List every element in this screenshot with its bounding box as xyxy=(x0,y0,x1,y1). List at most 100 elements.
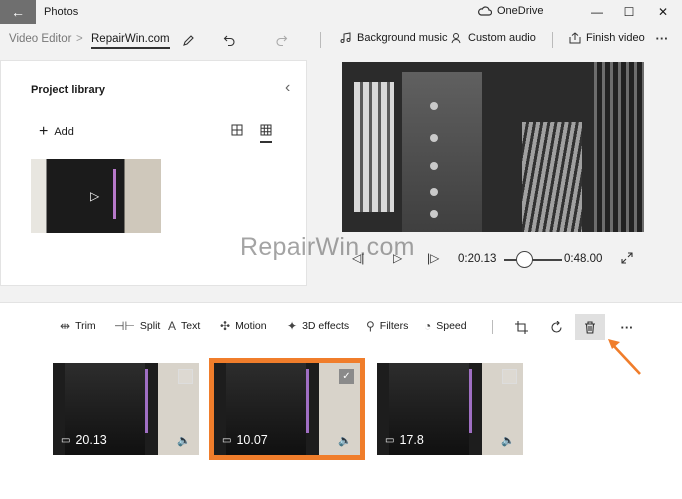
finish-video-label: Finish video xyxy=(586,32,645,44)
delete-button[interactable] xyxy=(575,314,605,340)
grid-small-view-button[interactable] xyxy=(260,124,272,143)
filters-label: Filters xyxy=(379,320,409,332)
text-label: Text xyxy=(181,320,201,332)
expand-icon[interactable] xyxy=(621,252,633,264)
breadcrumb-video-editor[interactable]: Video Editor xyxy=(9,33,71,45)
rename-button[interactable] xyxy=(178,31,198,49)
redo-button[interactable] xyxy=(271,31,291,49)
storyboard-clip[interactable]: ▭ 17.8 🔈 xyxy=(377,363,523,455)
clip-duration: ▭ 20.13 xyxy=(61,433,107,447)
music-note-icon xyxy=(340,32,351,43)
checkbox-icon[interactable] xyxy=(502,369,517,384)
minimize-button[interactable]: — xyxy=(584,3,610,21)
preview-screw xyxy=(430,134,438,142)
command-separator xyxy=(320,32,321,48)
finish-video-button[interactable]: Finish video xyxy=(569,32,645,44)
seek-bar[interactable] xyxy=(504,259,562,261)
add-media-label: Add xyxy=(54,126,74,138)
back-button[interactable]: ← xyxy=(0,0,36,24)
preview-screw xyxy=(430,188,438,196)
effects-3d-icon: ✦ xyxy=(287,319,298,333)
split-icon: ⊣⊢ xyxy=(114,319,135,333)
volume-icon[interactable]: 🔈 xyxy=(177,434,191,447)
volume-icon[interactable]: 🔈 xyxy=(338,434,352,447)
crop-button[interactable] xyxy=(506,314,536,340)
trim-button[interactable]: ⇹ Trim xyxy=(60,319,96,333)
camera-icon: ▭ xyxy=(385,434,395,446)
app-title: Photos xyxy=(44,6,79,18)
speed-label: Speed xyxy=(436,320,467,332)
playback-controls: ◁| ▷ |▷ 0:20.13 0:48.00 xyxy=(342,248,642,270)
custom-audio-button[interactable]: Custom audio xyxy=(451,32,536,44)
clip-duration-value: 20.13 xyxy=(75,433,107,447)
maximize-button[interactable]: ☐ xyxy=(616,3,642,21)
toolbar-separator xyxy=(492,320,493,334)
microphone-icon xyxy=(451,33,461,44)
checkbox-icon[interactable] xyxy=(178,369,193,384)
pencil-icon xyxy=(182,34,194,46)
play-icon: ▷ xyxy=(90,189,100,203)
speed-button[interactable]: ◔ Speed xyxy=(424,319,467,333)
grid-large-icon[interactable] xyxy=(231,124,243,136)
background-music-button[interactable]: Background music xyxy=(340,32,448,44)
custom-audio-label: Custom audio xyxy=(468,32,536,44)
annotation-arrow-icon xyxy=(608,339,641,375)
motion-button[interactable]: ✣ Motion xyxy=(220,319,267,333)
more-icon: ··· xyxy=(620,319,634,335)
onedrive-status[interactable]: OneDrive xyxy=(478,5,543,17)
filters-button[interactable]: ⚲ Filters xyxy=(366,319,408,333)
back-arrow-icon: ← xyxy=(11,4,25,20)
text-button[interactable]: A Text xyxy=(168,319,200,333)
preview-motherboard xyxy=(402,72,482,232)
clip-led-strip xyxy=(145,369,148,433)
add-media-button[interactable]: + Add xyxy=(39,124,74,140)
chevron-left-icon[interactable]: ‹ xyxy=(285,79,290,97)
camera-icon: ▭ xyxy=(222,434,232,446)
seek-thumb[interactable] xyxy=(516,251,533,268)
more-icon: ··· xyxy=(655,30,669,46)
total-time: 0:48.00 xyxy=(564,253,603,265)
preview-screw xyxy=(430,102,438,110)
clip-duration: ▭ 10.07 xyxy=(222,433,268,447)
more-options-button[interactable]: ··· xyxy=(652,29,672,47)
storyboard-clip[interactable]: ▭ 20.13 🔈 xyxy=(53,363,199,455)
plus-icon: + xyxy=(39,123,49,140)
clip-duration-value: 17.8 xyxy=(399,433,424,447)
storyboard: ⇹ Trim ⊣⊢ Split A Text ✣ Motion ✦ 3D eff… xyxy=(0,302,682,499)
trash-icon xyxy=(585,320,595,334)
preview-ram xyxy=(354,82,394,212)
clip-led-strip xyxy=(306,369,309,433)
checkbox-icon[interactable]: ✓ xyxy=(339,369,354,384)
forward-icon[interactable]: |▷ xyxy=(427,251,439,265)
undo-button[interactable] xyxy=(219,31,239,49)
3d-effects-button[interactable]: ✦ 3D effects xyxy=(287,319,349,333)
preview-cables xyxy=(522,122,582,232)
filters-icon: ⚲ xyxy=(366,319,375,333)
rotate-icon xyxy=(550,320,562,333)
close-icon: ✕ xyxy=(657,5,669,19)
rotate-button[interactable] xyxy=(541,314,571,340)
grid-small-icon xyxy=(260,124,272,136)
play-button[interactable]: ▷ xyxy=(393,251,402,265)
trim-icon: ⇹ xyxy=(60,319,71,333)
trim-label: Trim xyxy=(75,320,96,332)
volume-icon[interactable]: 🔈 xyxy=(501,434,515,447)
clip-led-strip xyxy=(469,369,472,433)
storyboard-clip-selected[interactable]: ✓ ▭ 10.07 🔈 xyxy=(209,358,365,460)
split-button[interactable]: ⊣⊢ Split xyxy=(114,319,160,333)
command-bar: Video Editor > RepairWin.com Background … xyxy=(0,24,682,56)
rewind-icon[interactable]: ◁| xyxy=(352,251,364,265)
split-label: Split xyxy=(139,320,161,332)
onedrive-label: OneDrive xyxy=(497,5,544,17)
library-media-thumbnail[interactable]: ▷ xyxy=(31,159,161,233)
thumbnail-led-strip xyxy=(113,169,116,219)
clip-duration: ▭ 17.8 xyxy=(385,433,424,447)
clip-duration-value: 10.07 xyxy=(236,433,268,447)
current-time: 0:20.13 xyxy=(458,253,497,265)
3d-effects-label: 3D effects xyxy=(302,320,350,332)
video-preview[interactable] xyxy=(342,62,644,232)
preview-screw xyxy=(430,210,438,218)
text-icon: A xyxy=(168,319,177,333)
preview-vents xyxy=(594,62,644,232)
close-button[interactable]: ✕ xyxy=(650,3,676,21)
